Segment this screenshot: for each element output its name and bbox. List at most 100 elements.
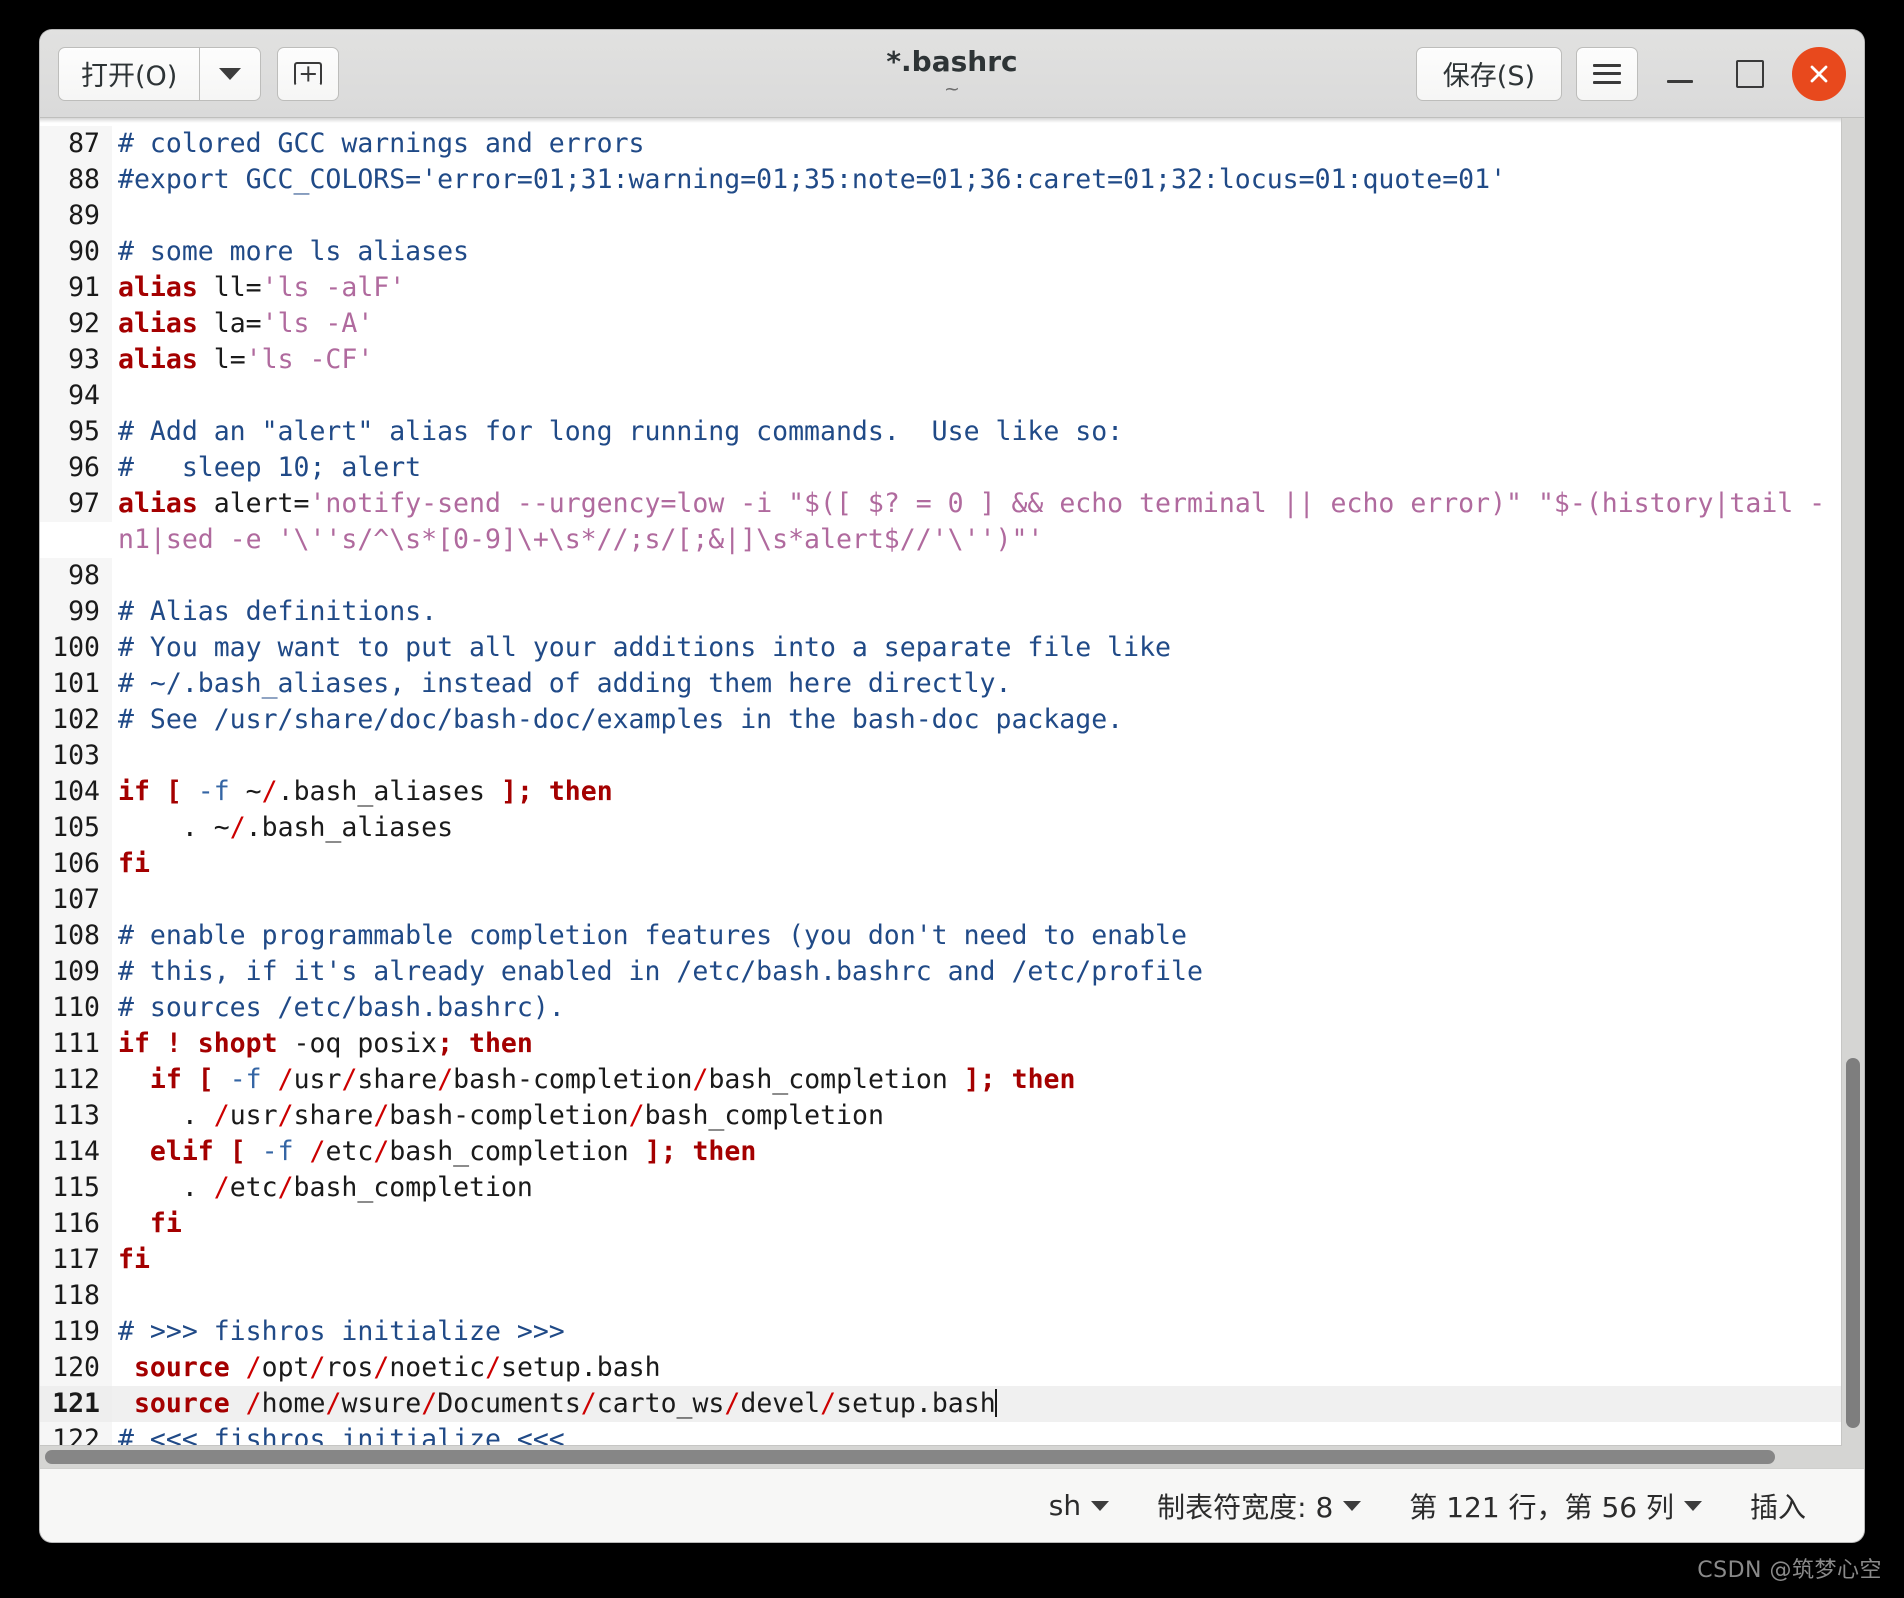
maximize-button[interactable] <box>1722 46 1778 102</box>
vertical-scrollbar[interactable] <box>1841 118 1864 1468</box>
code-token: bash_completion <box>389 1136 644 1167</box>
tab-width-selector[interactable]: 制表符宽度: 8 <box>1133 1486 1385 1526</box>
code-token: elif [ <box>150 1136 246 1167</box>
code-line[interactable]: 87# colored GCC warnings and errors <box>40 126 1864 162</box>
code-text: alias alert='notify-send --urgency=low -… <box>112 486 1864 558</box>
code-token: ~ <box>230 776 262 807</box>
code-token <box>118 1064 150 1095</box>
code-line[interactable]: 109# this, if it's already enabled in /e… <box>40 954 1864 990</box>
code-token: if [ <box>150 1064 214 1095</box>
header-left-controls: 打开(O) <box>58 47 339 101</box>
code-line[interactable]: 114 elif [ -f /etc/bash_completion ]; th… <box>40 1134 1864 1170</box>
code-token: / <box>820 1388 836 1419</box>
horizontal-scrollbar-thumb[interactable] <box>45 1450 1775 1464</box>
code-line[interactable]: 101# ~/.bash_aliases, instead of adding … <box>40 666 1864 702</box>
line-number: 91 <box>40 270 112 306</box>
code-line[interactable]: 91alias ll='ls -alF' <box>40 270 1864 306</box>
source-view[interactable]: 87# colored GCC warnings and errors88#ex… <box>40 118 1864 1468</box>
code-token: / <box>246 1352 262 1383</box>
save-button[interactable]: 保存(S) <box>1416 47 1562 101</box>
code-token: # Alias definitions. <box>118 596 437 627</box>
horizontal-scrollbar[interactable] <box>40 1445 1842 1468</box>
menu-button[interactable] <box>1576 47 1638 101</box>
code-line[interactable]: 107 <box>40 882 1864 918</box>
code-token: bash_completion <box>708 1064 963 1095</box>
code-line[interactable]: 95# Add an "alert" alias for long runnin… <box>40 414 1864 450</box>
code-token <box>294 1136 310 1167</box>
open-button[interactable]: 打开(O) <box>58 47 199 101</box>
code-text: . ~/.bash_aliases <box>112 810 1864 846</box>
code-line[interactable]: 121 source /home/wsure/Documents/carto_w… <box>40 1386 1864 1422</box>
code-line[interactable]: 92alias la='ls -A' <box>40 306 1864 342</box>
code-line[interactable]: 93alias l='ls -CF' <box>40 342 1864 378</box>
code-line[interactable]: 88#export GCC_COLORS='error=01;31:warnin… <box>40 162 1864 198</box>
code-token <box>214 1064 230 1095</box>
code-token <box>262 1064 278 1095</box>
code-token: # sleep 10; alert <box>118 452 421 483</box>
code-token: .bash_aliases <box>278 776 501 807</box>
code-token: #export GCC_COLORS='error=01;31:warning=… <box>118 164 1506 195</box>
open-dropdown-button[interactable] <box>199 47 261 101</box>
code-token: / <box>629 1100 645 1131</box>
code-token: / <box>278 1100 294 1131</box>
code-line[interactable]: 96# sleep 10; alert <box>40 450 1864 486</box>
code-line[interactable]: 97alias alert='notify-send --urgency=low… <box>40 486 1864 558</box>
code-line[interactable]: 106fi <box>40 846 1864 882</box>
code-line[interactable]: 103 <box>40 738 1864 774</box>
code-token <box>118 1136 150 1167</box>
code-text: if [ -f ~/.bash_aliases ]; then <box>112 774 1864 810</box>
new-tab-icon <box>294 60 322 88</box>
code-token: # sources /etc/bash.bashrc). <box>118 992 565 1023</box>
cursor-position-selector[interactable]: 第 121 行，第 56 列 <box>1385 1486 1726 1526</box>
code-text: fi <box>112 1242 1864 1278</box>
minimize-button[interactable] <box>1652 46 1708 102</box>
line-number: 104 <box>40 774 112 810</box>
code-token: -f <box>262 1136 294 1167</box>
code-token: alias <box>118 488 198 519</box>
code-line[interactable]: 98 <box>40 558 1864 594</box>
new-tab-button[interactable] <box>277 47 339 101</box>
code-token: / <box>278 1172 294 1203</box>
line-number: 89 <box>40 198 112 234</box>
code-token: fi <box>150 1208 182 1239</box>
code-line[interactable]: 102# See /usr/share/doc/bash-doc/example… <box>40 702 1864 738</box>
code-line[interactable]: 94 <box>40 378 1864 414</box>
line-number: 116 <box>40 1206 112 1242</box>
code-line[interactable]: 105 . ~/.bash_aliases <box>40 810 1864 846</box>
code-line[interactable]: 108# enable programmable completion feat… <box>40 918 1864 954</box>
vertical-scrollbar-thumb[interactable] <box>1846 1058 1860 1428</box>
code-line[interactable]: 117fi <box>40 1242 1864 1278</box>
close-button[interactable] <box>1792 47 1846 101</box>
code-line[interactable]: 113 . /usr/share/bash-completion/bash_co… <box>40 1098 1864 1134</box>
code-line[interactable]: 89 <box>40 198 1864 234</box>
code-line[interactable]: 111if ! shopt -oq posix; then <box>40 1026 1864 1062</box>
code-token: / <box>278 1064 294 1095</box>
line-number: 110 <box>40 990 112 1026</box>
code-token: / <box>581 1388 597 1419</box>
open-button-group: 打开(O) <box>58 47 261 101</box>
code-token: # See /usr/share/doc/bash-doc/examples i… <box>118 704 1123 735</box>
code-token <box>246 1136 262 1167</box>
code-line[interactable]: 110# sources /etc/bash.bashrc). <box>40 990 1864 1026</box>
code-line[interactable]: 112 if [ -f /usr/share/bash-completion/b… <box>40 1062 1864 1098</box>
code-token <box>230 1388 246 1419</box>
chevron-down-icon <box>1684 1501 1702 1511</box>
line-number: 106 <box>40 846 112 882</box>
line-number: 114 <box>40 1134 112 1170</box>
code-line[interactable]: 118 <box>40 1278 1864 1314</box>
code-token <box>118 1352 134 1383</box>
code-line[interactable]: 115 . /etc/bash_completion <box>40 1170 1864 1206</box>
code-line[interactable]: 119# >>> fishros initialize >>> <box>40 1314 1864 1350</box>
code-line[interactable]: 99# Alias definitions. <box>40 594 1864 630</box>
code-line[interactable]: 104if [ -f ~/.bash_aliases ]; then <box>40 774 1864 810</box>
code-token: # >>> fishros initialize >>> <box>118 1316 565 1347</box>
code-line[interactable]: 120 source /opt/ros/noetic/setup.bash <box>40 1350 1864 1386</box>
code-token: / <box>373 1100 389 1131</box>
code-token: noetic <box>389 1352 485 1383</box>
code-token: home <box>262 1388 326 1419</box>
code-line[interactable]: 116 fi <box>40 1206 1864 1242</box>
code-line[interactable]: 100# You may want to put all your additi… <box>40 630 1864 666</box>
language-selector[interactable]: sh <box>1025 1489 1133 1522</box>
code-line[interactable]: 90# some more ls aliases <box>40 234 1864 270</box>
code-token: 'notify-send --urgency=low -i "$([ $? = … <box>118 488 1825 555</box>
